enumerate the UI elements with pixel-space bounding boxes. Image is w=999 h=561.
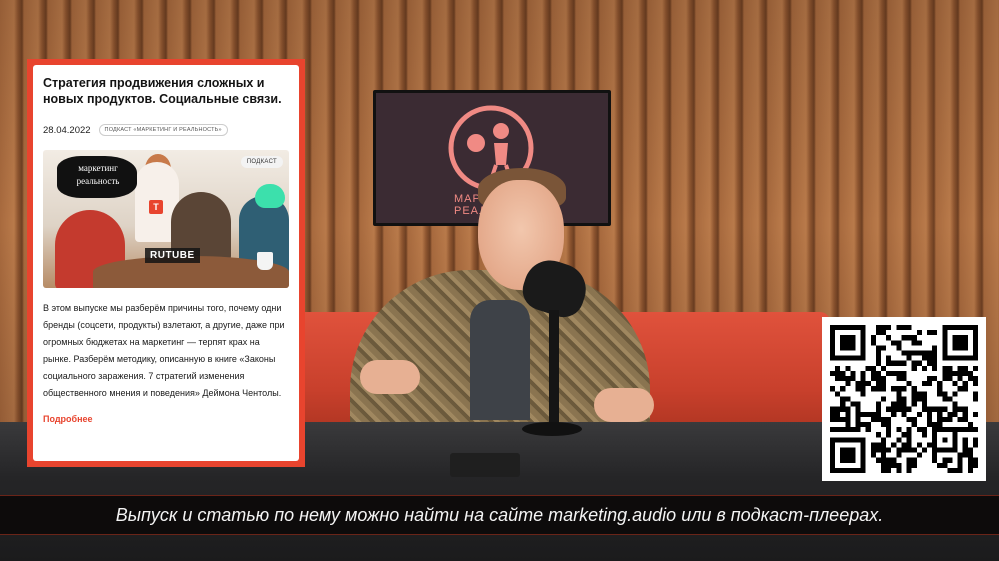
article-date: 28.04.2022 <box>43 124 91 136</box>
cover-logo: маркетинг реальность <box>63 162 133 188</box>
cover-logo-line2: реальность <box>76 176 120 186</box>
qr-code-icon <box>830 325 978 473</box>
rutube-watermark: RUTUBE <box>145 248 200 263</box>
article-title[interactable]: Стратегия продвижения сложных и новых пр… <box>43 75 289 107</box>
subtitle-bar: Выпуск и статью по нему можно найти на с… <box>0 495 999 535</box>
article-meta: 28.04.2022 Подкаст «Маркетинг и реальнос… <box>43 124 289 136</box>
mic-base <box>522 422 582 436</box>
article-card[interactable]: Стратегия продвижения сложных и новых пр… <box>33 65 299 461</box>
alien-sticker-icon <box>255 184 285 208</box>
podcast-tag[interactable]: Подкаст «Маркетинг и реальность» <box>98 124 228 136</box>
qr-code[interactable] <box>822 317 986 481</box>
audio-interface <box>450 453 520 477</box>
cup-icon <box>257 252 273 270</box>
mic-stand <box>549 310 559 430</box>
read-more-link[interactable]: Подробнее <box>43 414 93 424</box>
article-description: В этом выпуске мы разберём причины того,… <box>43 303 285 398</box>
podcast-badge: Подкаст <box>240 156 283 168</box>
subtitle-text: Выпуск и статью по нему можно найти на с… <box>115 504 884 525</box>
presenter-right-hand <box>594 388 654 422</box>
article-card-frame: Стратегия продвижения сложных и новых пр… <box>27 59 305 467</box>
presenter-left-hand <box>360 360 420 394</box>
article-cover-image[interactable]: маркетинг реальность T Подкаст RUTUBE <box>43 150 289 288</box>
presenter-shirt <box>470 300 530 420</box>
cover-logo-line1: маркетинг <box>78 163 118 173</box>
cover-t-mark: T <box>149 200 163 214</box>
